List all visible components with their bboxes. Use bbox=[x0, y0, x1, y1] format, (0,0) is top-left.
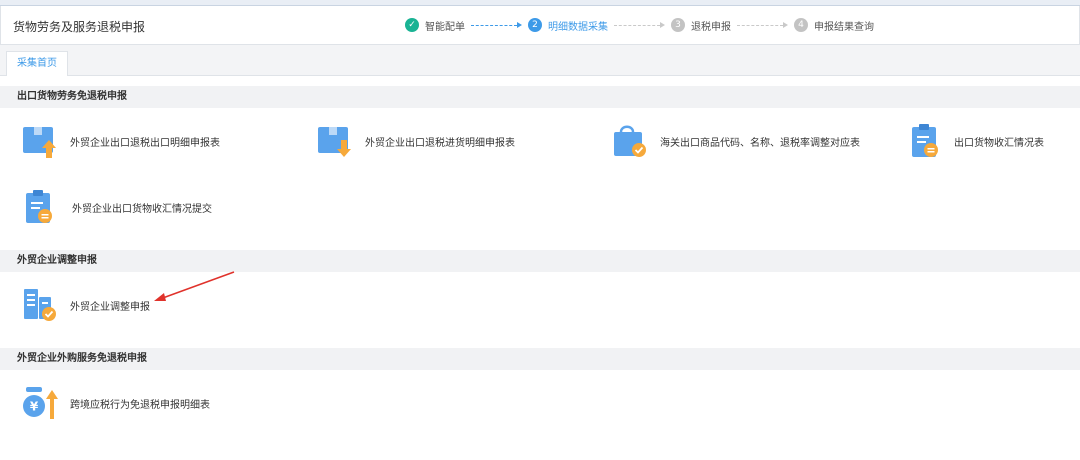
step-connector bbox=[737, 22, 788, 28]
step-result-query[interactable]: 4 申报结果查询 bbox=[794, 18, 874, 33]
menu-item-purchase-detail[interactable]: 外贸企业出口退税进货明细申报表 bbox=[317, 123, 515, 159]
menu-item-cross-border-detail[interactable]: ¥ 跨境应税行为免退税申报明细表 bbox=[22, 385, 210, 421]
menu-item-label: 外贸企业出口退税出口明细申报表 bbox=[70, 137, 220, 149]
menu-item-label: 外贸企业出口货物收汇情况提交 bbox=[72, 203, 212, 215]
section-header: 外贸企业外购服务免退税申报 bbox=[0, 348, 1080, 370]
section-title: 出口货物劳务免退税申报 bbox=[17, 91, 127, 102]
section-header: 外贸企业调整申报 bbox=[0, 250, 1080, 272]
menu-item-label: 跨境应税行为免退税申报明细表 bbox=[70, 399, 210, 411]
step-number: 2 bbox=[528, 18, 542, 32]
step-connector bbox=[471, 22, 522, 28]
step-label: 申报结果查询 bbox=[814, 21, 874, 33]
menu-item-adjustment-declaration[interactable]: 外贸企业调整申报 bbox=[22, 287, 150, 323]
step-smart-match[interactable]: ✓ 智能配单 bbox=[405, 18, 465, 33]
menu-item-forex-collection-table[interactable]: 出口货物收汇情况表 bbox=[910, 123, 1044, 159]
menu-item-label: 外贸企业出口退税进货明细申报表 bbox=[365, 137, 515, 149]
step-label: 明细数据采集 bbox=[548, 21, 608, 33]
menu-item-forex-collection-submit[interactable]: 外贸企业出口货物收汇情况提交 bbox=[24, 189, 212, 225]
page-header: 货物劳务及服务退税申报 ✓ 智能配单 2 明细数据采集 3 退税申报 4 申报结… bbox=[0, 6, 1080, 45]
step-connector bbox=[614, 22, 665, 28]
menu-item-label: 出口货物收汇情况表 bbox=[954, 137, 1044, 149]
clipboard-yen-icon bbox=[912, 124, 938, 157]
section-title: 外贸企业外购服务免退税申报 bbox=[17, 353, 147, 364]
step-label: 退税申报 bbox=[691, 21, 731, 33]
section-header: 出口货物劳务免退税申报 bbox=[0, 86, 1080, 108]
step-number: 4 bbox=[794, 18, 808, 32]
tab-bar: 采集首页 bbox=[0, 45, 1080, 76]
menu-item-label: 外贸企业调整申报 bbox=[70, 301, 150, 313]
step-number: 3 bbox=[671, 18, 685, 32]
box-upload-icon bbox=[23, 127, 56, 158]
menu-item-export-detail[interactable]: 外贸企业出口退税出口明细申报表 bbox=[22, 123, 220, 159]
check-icon: ✓ bbox=[405, 18, 419, 32]
step-refund-declaration[interactable]: 3 退税申报 bbox=[671, 18, 731, 33]
menu-item-label: 海关出口商品代码、名称、退税率调整对应表 bbox=[660, 137, 860, 149]
yen-coin-up-icon: ¥ bbox=[23, 387, 58, 419]
svg-text:¥: ¥ bbox=[30, 400, 39, 414]
building-check-icon bbox=[24, 289, 56, 321]
menu-item-customs-code-table[interactable]: 海关出口商品代码、名称、退税率调整对应表 bbox=[612, 123, 860, 159]
box-download-icon bbox=[318, 127, 351, 157]
shopping-bag-check-icon bbox=[614, 125, 646, 157]
section-title: 外贸企业调整申报 bbox=[17, 255, 97, 266]
clipboard-yen-icon bbox=[26, 190, 52, 223]
step-label: 智能配单 bbox=[425, 21, 465, 33]
page-title: 货物劳务及服务退税申报 bbox=[13, 20, 146, 34]
annotation-arrow bbox=[154, 271, 235, 301]
progress-steps: ✓ 智能配单 2 明细数据采集 3 退税申报 4 申报结果查询 bbox=[405, 6, 874, 44]
step-detail-collection[interactable]: 2 明细数据采集 bbox=[528, 18, 608, 33]
tab-collection-home[interactable]: 采集首页 bbox=[6, 51, 68, 76]
